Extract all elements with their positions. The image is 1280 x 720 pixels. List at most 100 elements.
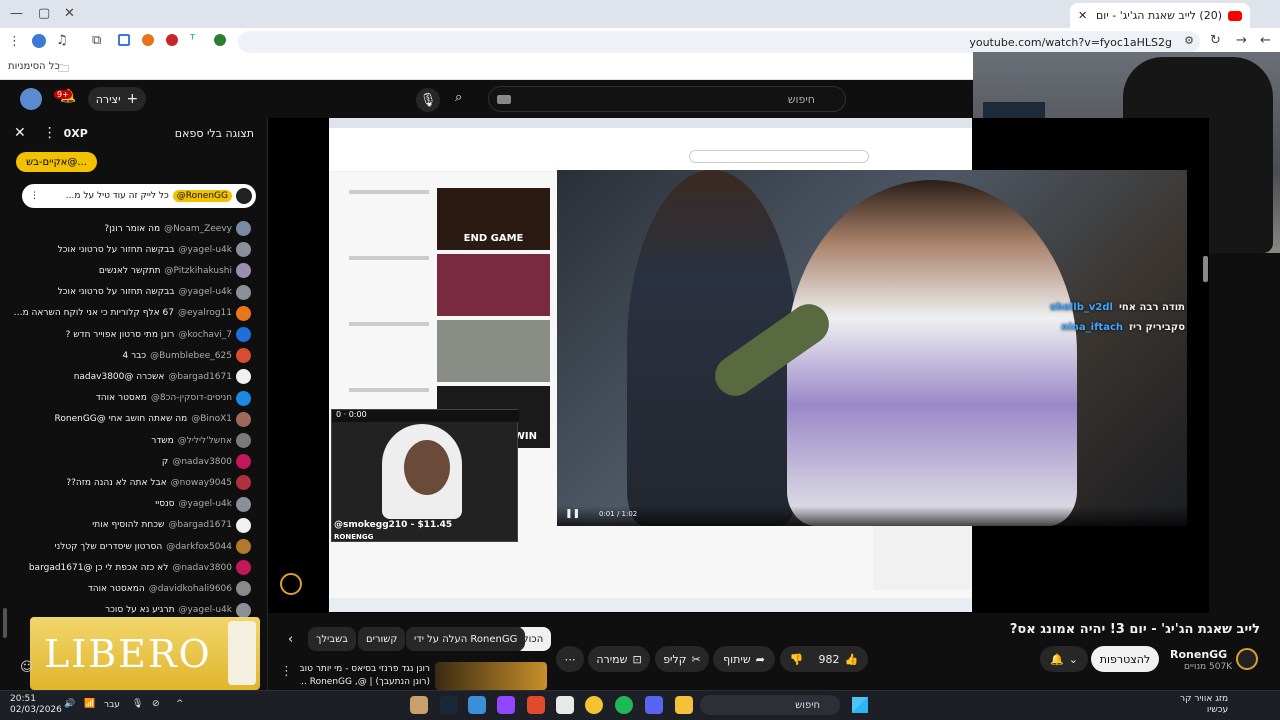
close-window-icon[interactable]: ✕ <box>64 6 75 21</box>
clock[interactable]: 20:51 02/03/2026 <box>10 694 62 716</box>
extension-e-icon[interactable] <box>214 34 226 46</box>
overlay-user: shellb_v2dl <box>1050 302 1113 313</box>
create-button[interactable]: יצירה + <box>88 87 146 111</box>
like-icon[interactable]: 👍 <box>845 653 859 666</box>
menu-dots-icon[interactable]: ⋮ <box>8 34 21 49</box>
chat-menu-icon[interactable]: ⋮ <box>43 125 57 141</box>
share-button[interactable]: שיתוף ➦ <box>713 646 775 672</box>
discord-icon[interactable] <box>645 696 663 714</box>
chat-message[interactable]: תתקשר לאנשים @Pitzkihakushi <box>11 260 251 281</box>
chat-message[interactable]: כבר 4 @Bumblebee_625 <box>11 345 251 366</box>
site-info-icon[interactable]: ⚙ <box>1184 34 1194 47</box>
windows-start-icon[interactable] <box>852 697 868 713</box>
media-icon[interactable]: ♫ <box>56 33 68 48</box>
subscribe-button[interactable]: להצטרפות <box>1091 646 1159 672</box>
chat-message[interactable]: המאסטר אוהד @davidkohali9606 <box>11 578 251 599</box>
back-icon[interactable]: → <box>1236 33 1247 48</box>
chat-message[interactable]: משדר @אחשל'ליליל <box>11 430 251 451</box>
inner-description <box>873 518 971 590</box>
wifi-off-icon[interactable]: ⊘ <box>152 699 160 709</box>
rec-menu-icon[interactable]: ⋮ <box>280 664 293 679</box>
chip-for-you[interactable]: בשבילך <box>308 627 356 651</box>
extension-c-icon[interactable] <box>166 34 178 46</box>
chips-prev-icon[interactable]: ‹ <box>288 632 293 647</box>
restore-icon[interactable]: ▢ <box>38 6 50 21</box>
search-icon[interactable]: ⌕ <box>455 90 462 105</box>
avatar[interactable] <box>20 88 42 110</box>
recommended-text[interactable]: רונן נגד פרנזי בסיאס - מי יותר טוב? (רונ… <box>300 663 430 689</box>
chat-message-text: משדר <box>151 435 174 446</box>
chat-message[interactable]: מה אומר רונן? @Noam_Zeevy <box>11 218 251 239</box>
chat-message[interactable]: לא כזה אכפת לי כן @bargad1671 @nadav3800 <box>11 557 251 578</box>
channel-name[interactable]: RonenGG <box>1170 648 1227 661</box>
chat-message[interactable]: אשכרה @nadav3800 @bargad1671 <box>11 366 251 387</box>
tab-active[interactable]: (20) לייב שאגת הג'יג' - יום ✕ <box>1070 3 1250 28</box>
chat-scrollbar[interactable] <box>3 608 7 638</box>
extension-b-icon[interactable] <box>142 34 154 46</box>
minimize-icon[interactable]: — <box>10 6 23 21</box>
spotify-icon[interactable] <box>615 696 633 714</box>
chat-message[interactable]: הסרטון שיסדרים שלך קטלני @darkfox5044 <box>11 536 251 557</box>
chat-message[interactable]: סנסיי @yagel-u4k <box>11 494 251 515</box>
extensions-icon[interactable]: ⧉ <box>92 33 101 48</box>
network-icon[interactable]: 📶 <box>84 699 95 709</box>
search-input[interactable]: חיפוש ⌕ <box>455 86 846 112</box>
chat-message[interactable]: מאסטר אוהד @ניסים-דוסקין-הכ8n <box>11 388 251 409</box>
more-actions-button[interactable]: ⋯ <box>556 646 584 672</box>
mic-icon[interactable]: 🎙 <box>416 88 440 112</box>
language-indicator[interactable]: עבר <box>104 700 120 710</box>
player-scrollbar[interactable] <box>1203 256 1208 282</box>
dislike-icon[interactable]: 👎 <box>790 653 804 666</box>
save-button[interactable]: שמירה ⊡ <box>588 646 650 672</box>
clip-button[interactable]: קליפ ✂ <box>655 646 709 672</box>
chat-pill[interactable]: אקיים-בש@... <box>16 152 97 172</box>
extension-a-icon[interactable] <box>118 34 130 46</box>
overlay-chat-line: nina_iftach סקביריק ריז <box>1061 322 1185 333</box>
reload-icon[interactable]: ↻ <box>1210 33 1221 48</box>
tab-close-icon[interactable]: ✕ <box>1078 9 1087 22</box>
app-photo-icon[interactable] <box>410 696 428 714</box>
chat-message[interactable]: 67 אלף קלוריות כי אני לוקח השראה מהגורו … <box>11 303 251 324</box>
telegram-icon[interactable] <box>468 696 486 714</box>
chat-message[interactable]: רונן מתי סרטון אפוייר חדש ? @kochavi_7 <box>11 324 251 345</box>
chat-message[interactable]: ק @nadav3800 <box>11 451 251 472</box>
keyboard-icon[interactable] <box>497 95 511 104</box>
pinned-message[interactable]: ⋮ כל לייק זה עוד טיל על מ... @RonenGG <box>22 184 256 208</box>
rec-thumbnail[interactable] <box>435 662 547 690</box>
taskbar-search[interactable]: חיפוש <box>700 695 840 715</box>
file-explorer-icon[interactable] <box>675 696 693 714</box>
notepad-icon[interactable] <box>556 696 574 714</box>
all-bookmarks-label[interactable]: כל הסימניות <box>8 61 60 72</box>
steam-icon[interactable] <box>440 696 458 714</box>
chrome-icon[interactable] <box>585 696 603 714</box>
weather-widget[interactable]: מזג אוויר קר עכשיו <box>1180 694 1228 716</box>
mic-tray-icon[interactable]: 🎙 <box>132 699 143 709</box>
tray-chevron-icon[interactable]: ^ <box>176 699 184 709</box>
profile-icon[interactable] <box>32 34 46 48</box>
chat-header-title[interactable]: תצוגה בלי ספאם <box>175 127 254 140</box>
extension-d-icon[interactable]: ᵀ <box>190 33 195 48</box>
close-chat-icon[interactable]: ✕ <box>14 125 26 141</box>
inner-thumbnail-meta <box>349 322 429 326</box>
chat-message-author: @bargad1671 <box>168 520 232 531</box>
overlay-chat-line: shellb_v2dl תודה רבה אחי <box>1050 302 1185 313</box>
emoji-icon[interactable]: ☺ <box>20 660 34 675</box>
app-red-icon[interactable] <box>527 696 545 714</box>
channel-watermark-icon <box>280 573 302 595</box>
notification-bell-button[interactable]: 🔔 ⌄ <box>1040 646 1088 672</box>
chat-message[interactable]: מה שאתה חושב אחי @RonenGG @BinoX1 <box>11 409 251 430</box>
channel-avatar[interactable] <box>1236 648 1258 670</box>
chip-uploaded-by[interactable]: העלה על ידי RonenGG <box>406 627 526 651</box>
chat-message[interactable]: בבקשה תחזור על סרטוני אוכל @yagel-u4k <box>11 239 251 260</box>
twitch-icon[interactable] <box>497 696 515 714</box>
pinned-menu-icon[interactable]: ⋮ <box>22 191 39 201</box>
chat-message[interactable]: שכחת להוסיף אותי @bargad1671 <box>11 515 251 536</box>
url-field[interactable]: youtube.com/watch?v=fyoc1aHLS2g ⚙ <box>238 31 1200 53</box>
folder-icon: 🗀 <box>58 62 69 75</box>
chat-avatar <box>236 305 251 321</box>
chip-related[interactable]: קשורים <box>358 627 406 651</box>
chat-message[interactable]: אבל אתה לא נהנה מזה?? @noway9045 <box>11 472 251 493</box>
forward-icon[interactable]: ← <box>1260 33 1271 48</box>
speaker-icon[interactable]: 🔊 <box>64 699 75 709</box>
chat-message[interactable]: בבקשה תחזור על סרטוני אוכל @yagel-u4k <box>11 282 251 303</box>
